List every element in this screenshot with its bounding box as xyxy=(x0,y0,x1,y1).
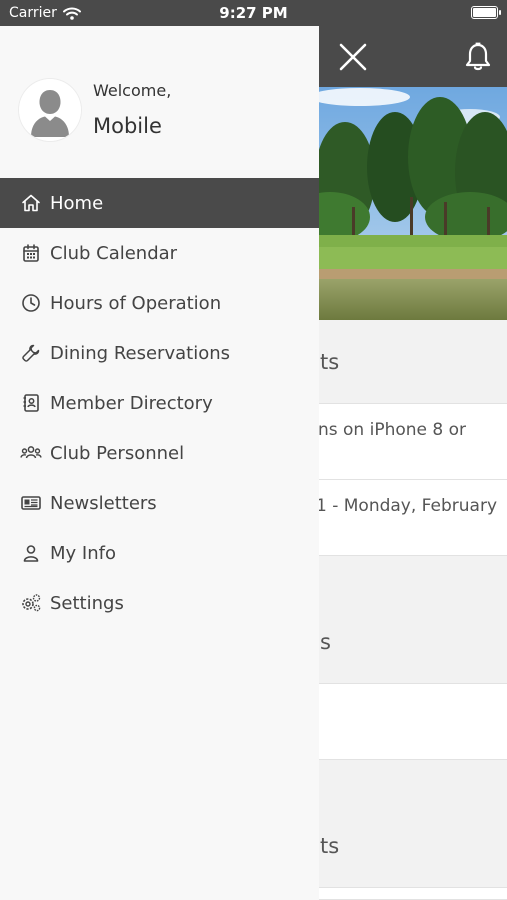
section-title: s xyxy=(320,630,331,654)
list-item-text: 1 - Monday, February xyxy=(316,496,498,516)
menu-item-label: Dining Reservations xyxy=(50,342,230,364)
notifications-button[interactable] xyxy=(458,39,498,75)
menu-item-my-info[interactable]: My Info xyxy=(0,528,319,578)
welcome-label: Welcome, xyxy=(93,81,172,100)
menu-item-label: Member Directory xyxy=(50,392,213,414)
menu-item-newsletters[interactable]: Newsletters xyxy=(0,478,319,528)
calendar-icon xyxy=(20,242,42,264)
menu-item-settings[interactable]: Settings xyxy=(0,578,319,628)
menu-item-home[interactable]: Home xyxy=(0,178,319,228)
menu-item-label: Settings xyxy=(50,592,124,614)
gears-icon xyxy=(20,592,42,614)
status-bar: Carrier 9:27 PM xyxy=(0,0,507,26)
home-icon xyxy=(20,192,42,214)
menu-item-label: Newsletters xyxy=(50,492,157,514)
menu-item-club-calendar[interactable]: Club Calendar xyxy=(0,228,319,278)
avatar-placeholder-icon xyxy=(19,79,81,141)
clock-icon xyxy=(20,292,42,314)
bell-icon xyxy=(465,42,491,71)
menu-item-club-personnel[interactable]: Club Personnel xyxy=(0,428,319,478)
close-menu-button[interactable] xyxy=(333,39,373,75)
battery-level xyxy=(473,8,496,17)
avatar[interactable] xyxy=(19,79,81,141)
menu-item-member-directory[interactable]: Member Directory xyxy=(0,378,319,428)
profile-header: Welcome, Mobile xyxy=(0,26,319,178)
wrench-icon xyxy=(20,342,42,364)
contact-book-icon xyxy=(20,392,42,414)
menu-item-label: My Info xyxy=(50,542,116,564)
drawer-menu: Home Club Calendar Hours of Operation Di… xyxy=(0,178,319,628)
newspaper-icon xyxy=(20,492,42,514)
side-menu-drawer: Welcome, Mobile Home Club Calendar Hours… xyxy=(0,26,319,900)
person-icon xyxy=(20,542,42,564)
section-title: ts xyxy=(320,834,340,858)
list-item-text: ns on iPhone 8 or xyxy=(318,420,467,440)
battery-icon xyxy=(471,6,501,19)
menu-item-hours-of-operation[interactable]: Hours of Operation xyxy=(0,278,319,328)
menu-item-label: Club Calendar xyxy=(50,242,178,264)
clock: 9:27 PM xyxy=(219,4,288,22)
menu-item-label: Home xyxy=(50,192,104,214)
menu-item-label: Hours of Operation xyxy=(50,292,222,314)
menu-item-label: Club Personnel xyxy=(50,442,185,464)
menu-item-dining-reservations[interactable]: Dining Reservations xyxy=(0,328,319,378)
close-icon xyxy=(339,43,367,71)
user-name: Mobile xyxy=(93,114,162,138)
group-icon xyxy=(20,442,42,464)
section-title: ts xyxy=(320,350,340,374)
